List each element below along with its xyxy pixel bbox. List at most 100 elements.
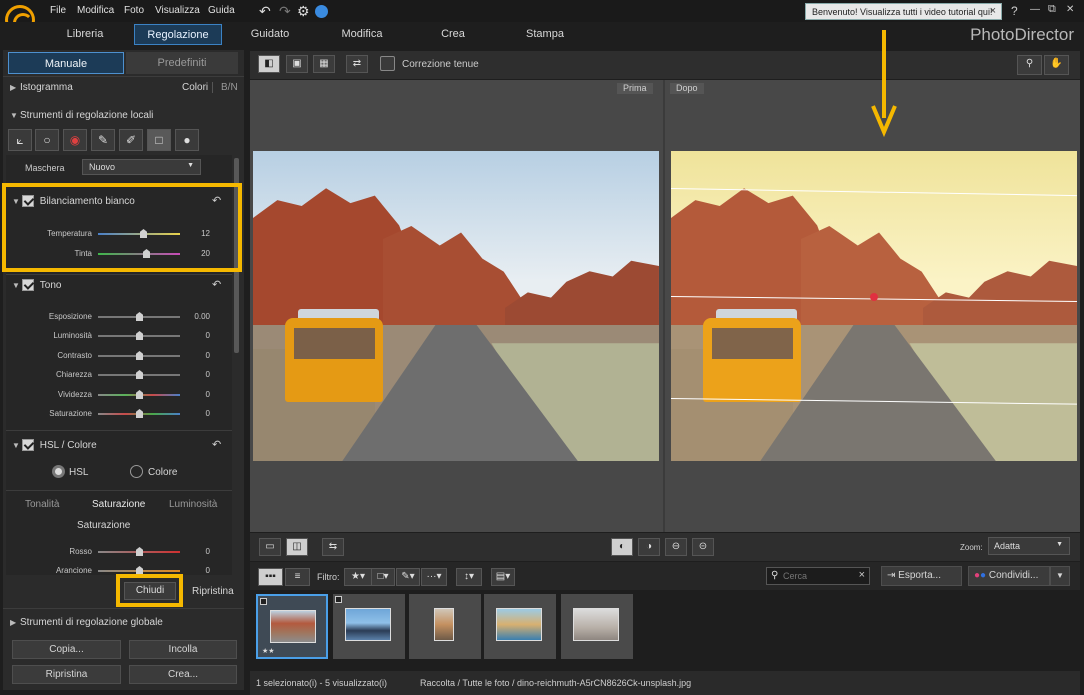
copy-button[interactable]: Copia... (12, 640, 121, 659)
filter-flag-icon[interactable]: □▾ (371, 568, 395, 586)
rotate-split-icon[interactable]: ⇆ (322, 538, 344, 556)
hsl-subtab-luminance[interactable]: Luminosità (169, 499, 217, 510)
crop-tool-icon[interactable]: ⟀ (8, 129, 32, 151)
compare-horizontal-icon[interactable]: ⊖ (665, 538, 687, 556)
single-view-icon[interactable]: ▣ (286, 55, 308, 73)
temperature-slider-track[interactable] (98, 233, 180, 235)
contrast-value: 0 (205, 351, 210, 360)
menu-file[interactable]: File (50, 5, 66, 16)
vibrance-value: 0 (205, 390, 210, 399)
welcome-close-icon[interactable]: × (990, 5, 996, 17)
gradient-mask-pin[interactable] (870, 293, 878, 301)
zoom-tool-icon[interactable]: ⚲ (1017, 55, 1042, 75)
linear-gradient-tool-icon[interactable]: □ (147, 129, 171, 151)
tint-slider-track[interactable] (98, 253, 180, 255)
zoom-select[interactable]: Adatta ▼ (988, 537, 1070, 555)
thumbnail-5[interactable] (561, 594, 633, 659)
filter-color-icon[interactable]: ✎▾ (396, 568, 420, 586)
undo-icon[interactable]: ↶ (259, 3, 271, 20)
search-input[interactable] (783, 569, 853, 583)
redo-icon[interactable]: ↷ (279, 3, 291, 20)
clear-search-icon[interactable]: × (859, 569, 865, 581)
list-view-icon[interactable]: ≡ (285, 568, 310, 586)
grid-view-icon[interactable]: ▦ (313, 55, 335, 73)
after-photo[interactable] (671, 151, 1077, 461)
reset-tone-icon[interactable]: ↶ (212, 278, 221, 291)
red-eye-tool-icon[interactable]: ◉ (63, 129, 87, 151)
menu-guida[interactable]: Guida (208, 5, 235, 16)
spot-removal-tool-icon[interactable]: ○ (35, 129, 59, 151)
thumbnail-2[interactable] (333, 594, 405, 659)
filter-rating-icon[interactable]: ★▾ (344, 568, 372, 586)
gradient-brush-tool-icon[interactable]: ✐ (119, 129, 143, 151)
reset-hsl-icon[interactable]: ↶ (212, 438, 221, 451)
reset-white-balance-icon[interactable]: ↶ (212, 194, 221, 207)
hsl-checkbox[interactable] (22, 439, 34, 451)
brush-tool-icon[interactable]: ✎ (91, 129, 115, 151)
thumbnail-view-icon[interactable]: ▪▪▪ (258, 568, 283, 586)
thumbnail-4[interactable] (484, 594, 556, 659)
soft-proof-checkbox[interactable] (380, 56, 395, 71)
reset-all-button[interactable]: Ripristina (12, 665, 121, 684)
restore-button[interactable]: ⧉ (1048, 3, 1056, 16)
compare-vertical-icon[interactable]: ⊝ (692, 538, 714, 556)
tint-label: Tinta (74, 249, 93, 258)
notification-bell-icon[interactable] (315, 5, 328, 18)
single-layout-icon[interactable]: ▭ (259, 538, 281, 556)
menu-modifica[interactable]: Modifica (77, 5, 114, 16)
mask-select[interactable]: Nuovo ▼ (82, 159, 201, 175)
menu-visualizza[interactable]: Visualizza (155, 5, 200, 16)
global-tools-section[interactable]: ▶ Strumenti di regolazione globale (10, 617, 163, 628)
histogram-colors-toggle[interactable]: Colori (182, 82, 208, 93)
hsl-subtab-saturation[interactable]: Saturazione (92, 499, 145, 510)
color-radio[interactable] (130, 465, 143, 478)
tone-checkbox[interactable] (22, 279, 34, 291)
global-tools-label: Strumenti di regolazione globale (20, 617, 163, 628)
paste-button[interactable]: Incolla (129, 640, 237, 659)
before-after-view-icon[interactable]: ◧ (258, 55, 280, 73)
tab-presets[interactable]: Predefiniti (126, 52, 238, 74)
settings-gear-icon[interactable]: ⚙ (297, 3, 310, 20)
thumbnail-1[interactable]: ★★ (256, 594, 328, 659)
close-button[interactable]: ✕ (1066, 4, 1074, 15)
swap-view-icon[interactable]: ⇄ (346, 55, 368, 73)
sort-icon[interactable]: ↕▾ (456, 568, 482, 586)
before-after-divider[interactable] (663, 80, 665, 532)
tab-libreria[interactable]: Libreria (45, 24, 125, 45)
thumbnail-3[interactable] (409, 594, 481, 659)
share-button[interactable]: ●● Condividi... (968, 566, 1050, 586)
reset-panel-button[interactable]: Ripristina (192, 586, 234, 597)
help-button[interactable]: ? (1011, 4, 1018, 18)
histogram-section[interactable]: ▶ Istogramma (10, 82, 73, 93)
create-preset-button[interactable]: Crea... (129, 665, 237, 684)
tab-stampa[interactable]: Stampa (505, 24, 585, 45)
local-tools-section[interactable]: ▼ Strumenti di regolazione locali (10, 110, 153, 121)
menu-foto[interactable]: Foto (124, 5, 144, 16)
tab-crea[interactable]: Crea (413, 24, 493, 45)
hsl-radio[interactable] (52, 465, 65, 478)
stack-icon[interactable]: ▤▾ (491, 568, 515, 586)
tab-modifica[interactable]: Modifica (322, 24, 402, 45)
share-dropdown-icon[interactable]: ▼ (1050, 566, 1070, 586)
white-balance-checkbox[interactable] (22, 195, 34, 207)
histogram-bw-toggle[interactable]: B/N (221, 82, 238, 93)
split-layout-icon[interactable]: ◫ (286, 538, 308, 556)
minimize-button[interactable]: — (1030, 4, 1040, 15)
tab-manual[interactable]: Manuale (8, 52, 124, 74)
welcome-tooltip[interactable]: Benvenuto! Visualizza tutti i video tuto… (805, 3, 1002, 20)
tab-regolazione[interactable]: Regolazione (134, 24, 222, 45)
compare-half-icon[interactable]: ◑ (638, 538, 660, 556)
tone-header[interactable]: ▼ Tono (12, 279, 61, 291)
hsl-subtab-hue[interactable]: Tonalità (25, 499, 59, 510)
tab-guidato[interactable]: Guidato (230, 24, 310, 45)
radial-filter-tool-icon[interactable]: ● (175, 129, 199, 151)
hsl-header[interactable]: ▼ HSL / Colore (12, 439, 97, 451)
before-photo[interactable] (253, 151, 659, 461)
filter-more-icon[interactable]: ···▾ (421, 568, 447, 586)
search-box[interactable]: ⚲ × (766, 567, 870, 585)
compare-slider-icon[interactable]: ◐ (611, 538, 633, 556)
white-balance-header[interactable]: ▼ Bilanciamento bianco (12, 195, 135, 207)
close-panel-button[interactable]: Chiudi (124, 582, 176, 600)
export-button[interactable]: ⇥ Esporta... (881, 566, 962, 586)
hand-tool-icon[interactable]: ✋ (1044, 55, 1069, 75)
